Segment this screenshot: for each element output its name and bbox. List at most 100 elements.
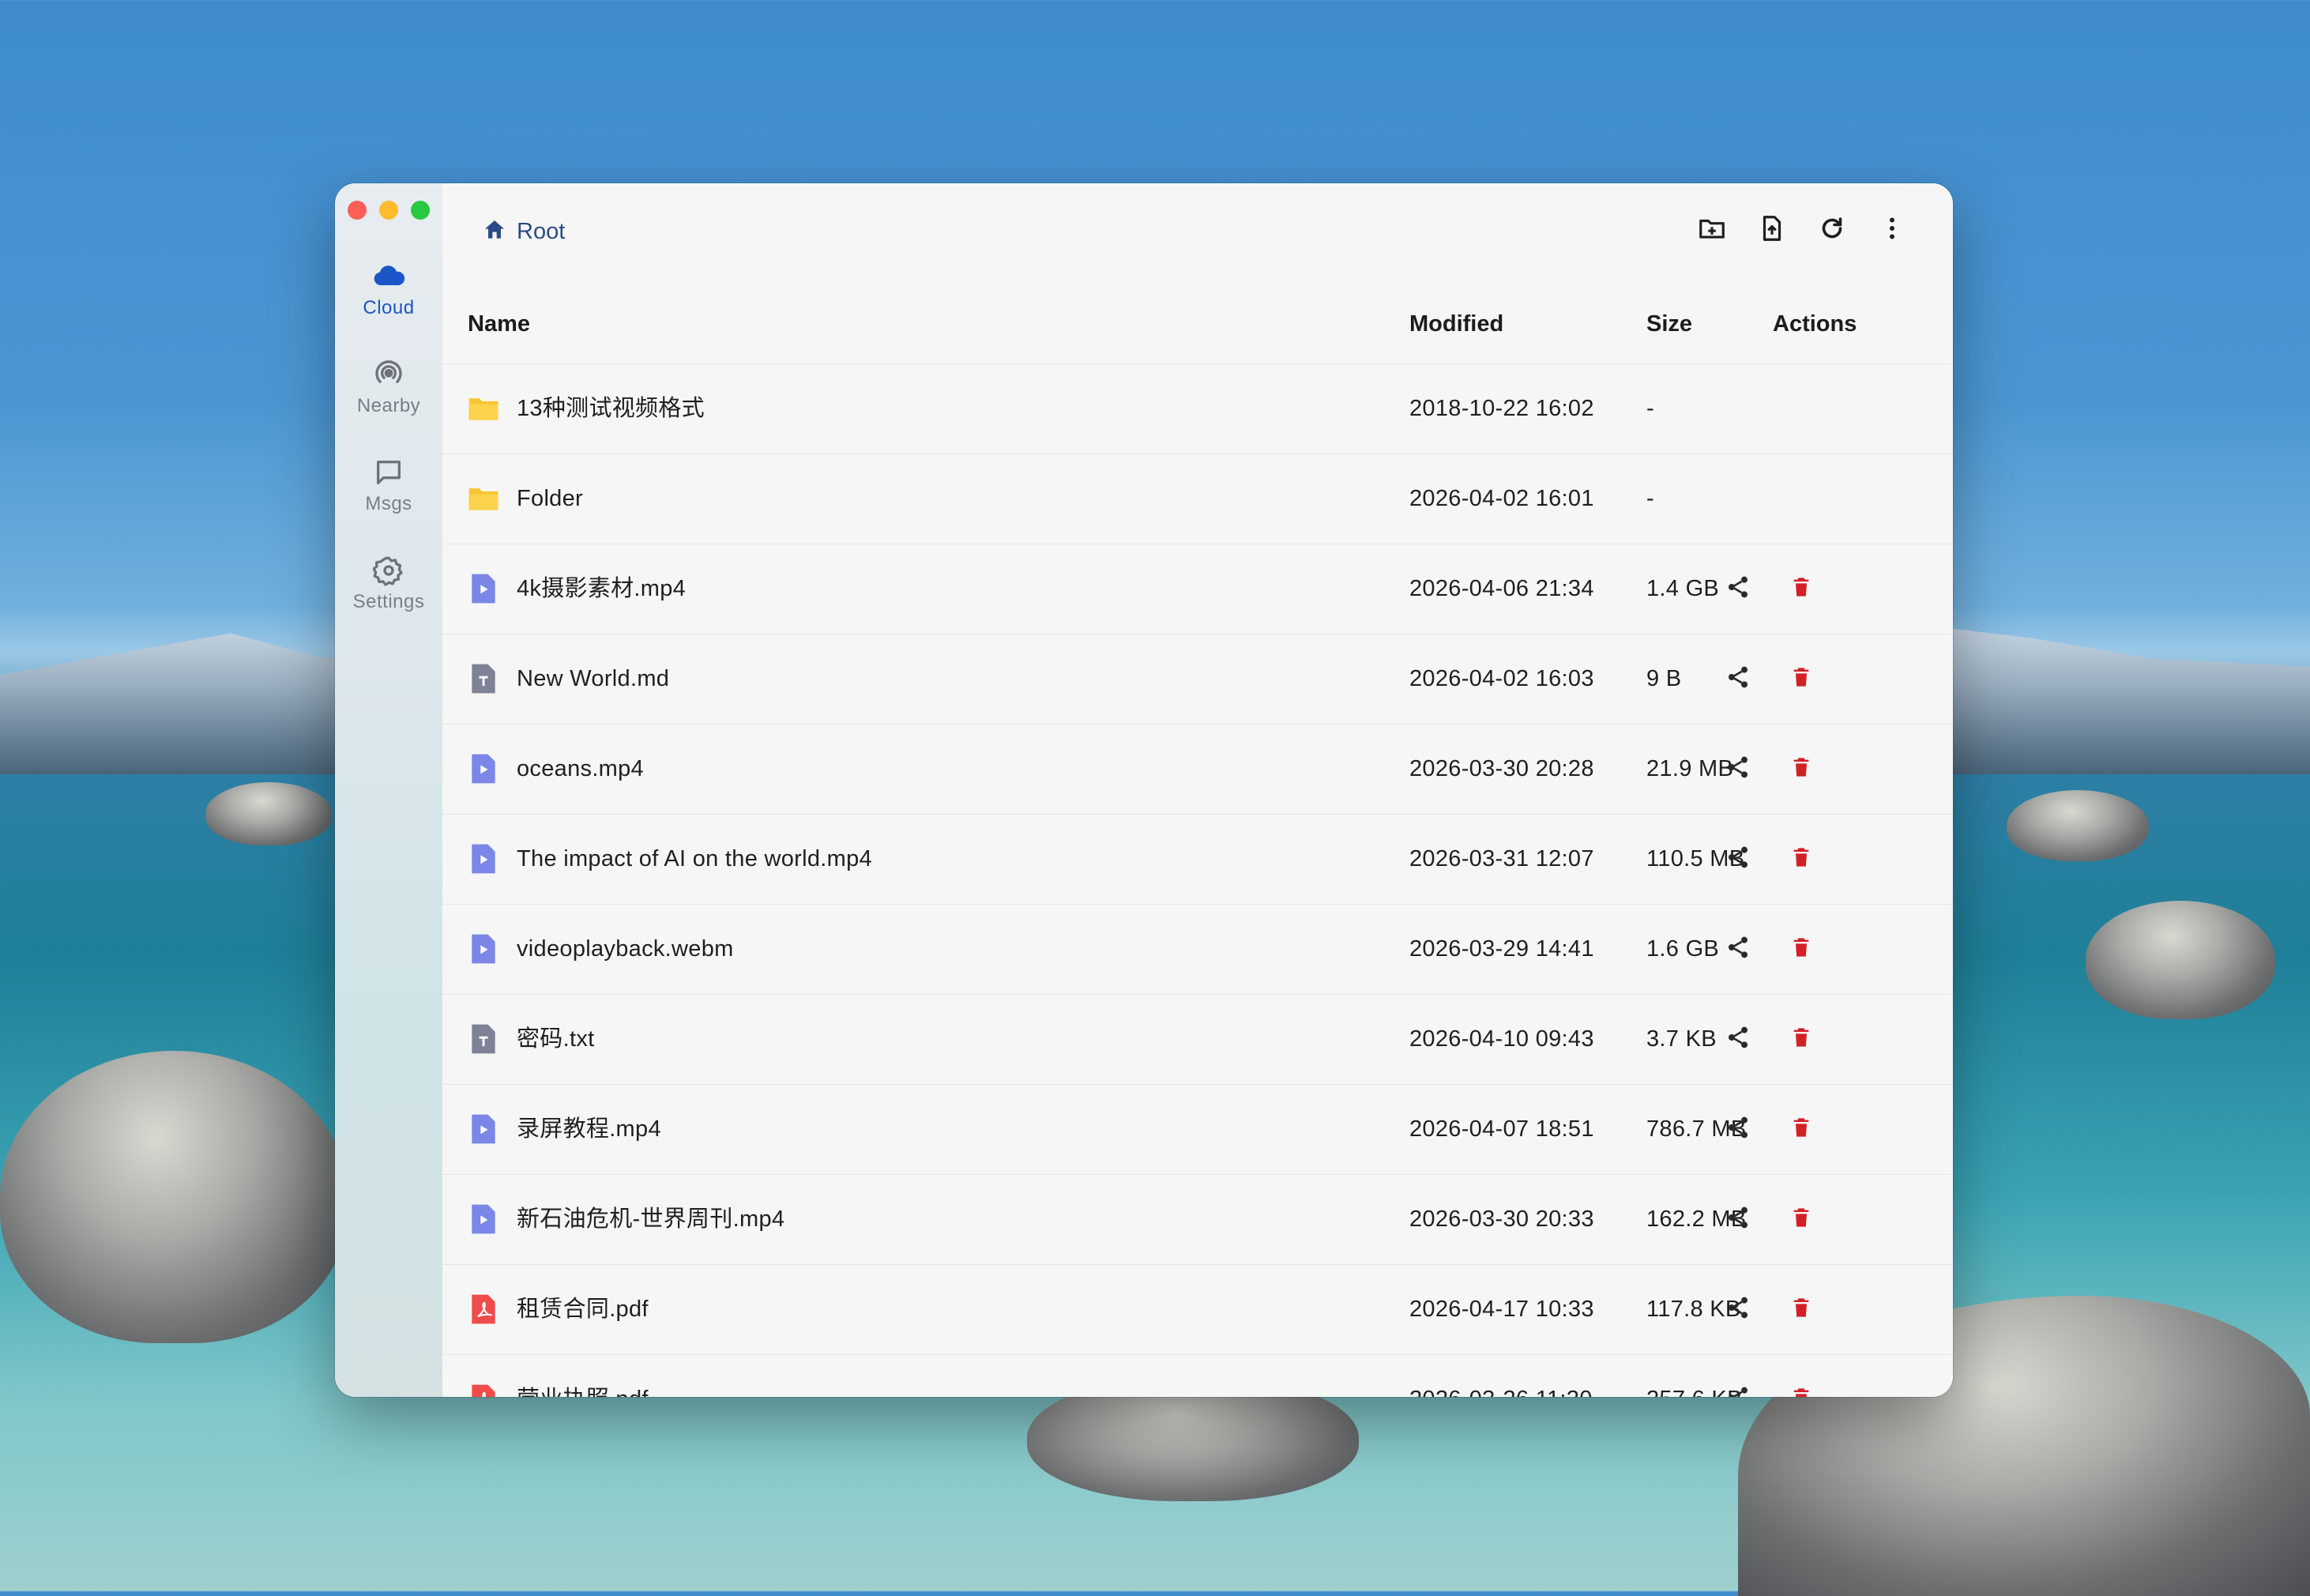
upload-file-icon xyxy=(1757,213,1787,247)
file-name: 录屏教程.mp4 xyxy=(517,1116,661,1142)
wallpaper-rock xyxy=(205,782,332,845)
file-name: Folder xyxy=(517,486,583,511)
trash-icon xyxy=(1790,666,1812,692)
sidebar-item-label: Cloud xyxy=(363,297,415,318)
delete-button[interactable] xyxy=(1784,841,1819,876)
file-modified: 2026-03-30 20:28 xyxy=(1409,756,1594,781)
sidebar-item-msgs[interactable]: Msgs xyxy=(335,455,442,534)
file-row[interactable]: The impact of AI on the world.mp4 2026-03… xyxy=(442,815,1953,905)
wallpaper-rock xyxy=(0,1051,348,1343)
share-button[interactable] xyxy=(1721,751,1755,786)
delete-button[interactable] xyxy=(1784,1202,1819,1237)
share-button[interactable] xyxy=(1721,932,1755,966)
folder-row[interactable]: 13种测试视频格式 2018-10-22 16:02 - xyxy=(442,364,1953,454)
file-modified: 2026-04-02 16:01 xyxy=(1409,486,1594,511)
file-modified: 2026-04-17 10:33 xyxy=(1409,1297,1594,1322)
file-row[interactable]: oceans.mp4 2026-03-30 20:28 21.9 MB xyxy=(442,725,1953,815)
file-name: 13种测试视频格式 xyxy=(517,396,705,421)
file-row[interactable]: 录屏教程.mp4 2026-04-07 18:51 786.7 MB xyxy=(442,1085,1953,1175)
cloud-icon xyxy=(371,259,406,294)
wallpaper-rock xyxy=(2007,790,2149,861)
folder-icon xyxy=(466,391,501,426)
column-header-size[interactable]: Size xyxy=(1646,284,1692,363)
share-icon xyxy=(1725,1295,1751,1324)
file-row[interactable]: New World.md 2026-04-02 16:03 9 B xyxy=(442,634,1953,725)
share-button[interactable] xyxy=(1721,1202,1755,1237)
message-icon xyxy=(371,455,406,490)
sidebar-item-nearby[interactable]: Nearby xyxy=(335,357,442,436)
breadcrumb-label: Root xyxy=(517,218,566,244)
sidebar-item-cloud[interactable]: Cloud xyxy=(335,259,442,338)
share-icon xyxy=(1725,935,1751,964)
file-row[interactable]: 密码.txt 2026-04-10 09:43 3.7 KB xyxy=(442,995,1953,1085)
share-button[interactable] xyxy=(1721,1292,1755,1327)
file-size: - xyxy=(1646,396,1654,421)
home-icon xyxy=(482,217,507,247)
delete-button[interactable] xyxy=(1784,1382,1819,1397)
close-window-button[interactable] xyxy=(348,201,367,220)
pdf-file-icon xyxy=(466,1292,501,1327)
file-modified: 2026-04-02 16:03 xyxy=(1409,666,1594,691)
delete-button[interactable] xyxy=(1784,571,1819,606)
delete-button[interactable] xyxy=(1784,932,1819,966)
share-icon xyxy=(1725,574,1751,604)
file-size: 3.7 KB xyxy=(1646,1026,1717,1052)
file-modified: 2026-03-30 20:33 xyxy=(1409,1206,1594,1232)
sidebar-item-label: Nearby xyxy=(356,395,421,416)
text-file-icon xyxy=(466,1022,501,1056)
column-header-modified[interactable]: Modified xyxy=(1409,284,1503,363)
share-icon xyxy=(1725,664,1751,694)
file-modified: 2026-04-06 21:34 xyxy=(1409,576,1594,601)
file-name: 营业执照.pdf xyxy=(517,1355,649,1397)
file-name: 新石油危机-世界周刊.mp4 xyxy=(517,1206,785,1232)
trash-icon xyxy=(1790,1387,1812,1397)
more-options-button[interactable] xyxy=(1872,210,1912,250)
maximize-window-button[interactable] xyxy=(411,201,430,220)
column-header-name[interactable]: Name xyxy=(468,284,530,363)
file-modified: 2026-04-07 18:51 xyxy=(1409,1116,1594,1142)
delete-button[interactable] xyxy=(1784,1022,1819,1056)
breadcrumb-root[interactable]: Root xyxy=(482,212,565,251)
folder-icon xyxy=(466,481,501,516)
file-row[interactable]: 新石油危机-世界周刊.mp4 2026-03-30 20:33 162.2 MB xyxy=(442,1175,1953,1265)
share-button[interactable] xyxy=(1721,841,1755,876)
sidebar: Cloud Nearby Msgs Settings xyxy=(335,183,442,1397)
refresh-icon xyxy=(1818,214,1846,247)
upload-file-button[interactable] xyxy=(1752,210,1792,250)
delete-button[interactable] xyxy=(1784,751,1819,786)
file-modified: 2026-03-29 14:41 xyxy=(1409,936,1594,962)
sidebar-item-settings[interactable]: Settings xyxy=(335,553,442,632)
minimize-window-button[interactable] xyxy=(379,201,398,220)
file-row[interactable]: videoplayback.webm 2026-03-29 14:41 1.6 GB xyxy=(442,905,1953,995)
share-button[interactable] xyxy=(1721,1382,1755,1397)
share-button[interactable] xyxy=(1721,1022,1755,1056)
file-modified: 2026-03-26 11:20 xyxy=(1409,1355,1593,1397)
share-button[interactable] xyxy=(1721,661,1755,696)
delete-button[interactable] xyxy=(1784,661,1819,696)
delete-button[interactable] xyxy=(1784,1292,1819,1327)
wallpaper-rock xyxy=(2086,901,2275,1019)
file-row[interactable]: 营业执照.pdf2026-03-26 11:20257.6 KB xyxy=(442,1355,1953,1397)
trash-icon xyxy=(1790,1297,1812,1323)
share-button[interactable] xyxy=(1721,1112,1755,1146)
refresh-button[interactable] xyxy=(1812,210,1852,250)
trash-icon xyxy=(1790,846,1812,872)
file-modified: 2026-03-31 12:07 xyxy=(1409,846,1594,871)
file-name: 密码.txt xyxy=(517,1026,595,1052)
table-header: Name Modified Size Actions xyxy=(442,284,1953,364)
toolbar xyxy=(1692,210,1912,250)
video-file-icon xyxy=(466,751,501,786)
delete-button[interactable] xyxy=(1784,1112,1819,1146)
new-folder-icon xyxy=(1697,213,1727,247)
file-name: The impact of AI on the world.mp4 xyxy=(517,846,872,871)
video-file-icon xyxy=(466,1202,501,1237)
column-header-actions: Actions xyxy=(1773,311,1857,337)
file-row[interactable]: 4k摄影素材.mp4 2026-04-06 21:34 1.4 GB xyxy=(442,544,1953,634)
file-row[interactable]: 租赁合同.pdf 2026-04-17 10:33 117.8 KB xyxy=(442,1265,1953,1355)
file-modified: 2018-10-22 16:02 xyxy=(1409,396,1594,421)
trash-icon xyxy=(1790,576,1812,602)
new-folder-button[interactable] xyxy=(1692,210,1732,250)
folder-row[interactable]: Folder 2026-04-02 16:01 - xyxy=(442,454,1953,544)
share-button[interactable] xyxy=(1721,571,1755,606)
share-icon xyxy=(1725,1385,1751,1397)
